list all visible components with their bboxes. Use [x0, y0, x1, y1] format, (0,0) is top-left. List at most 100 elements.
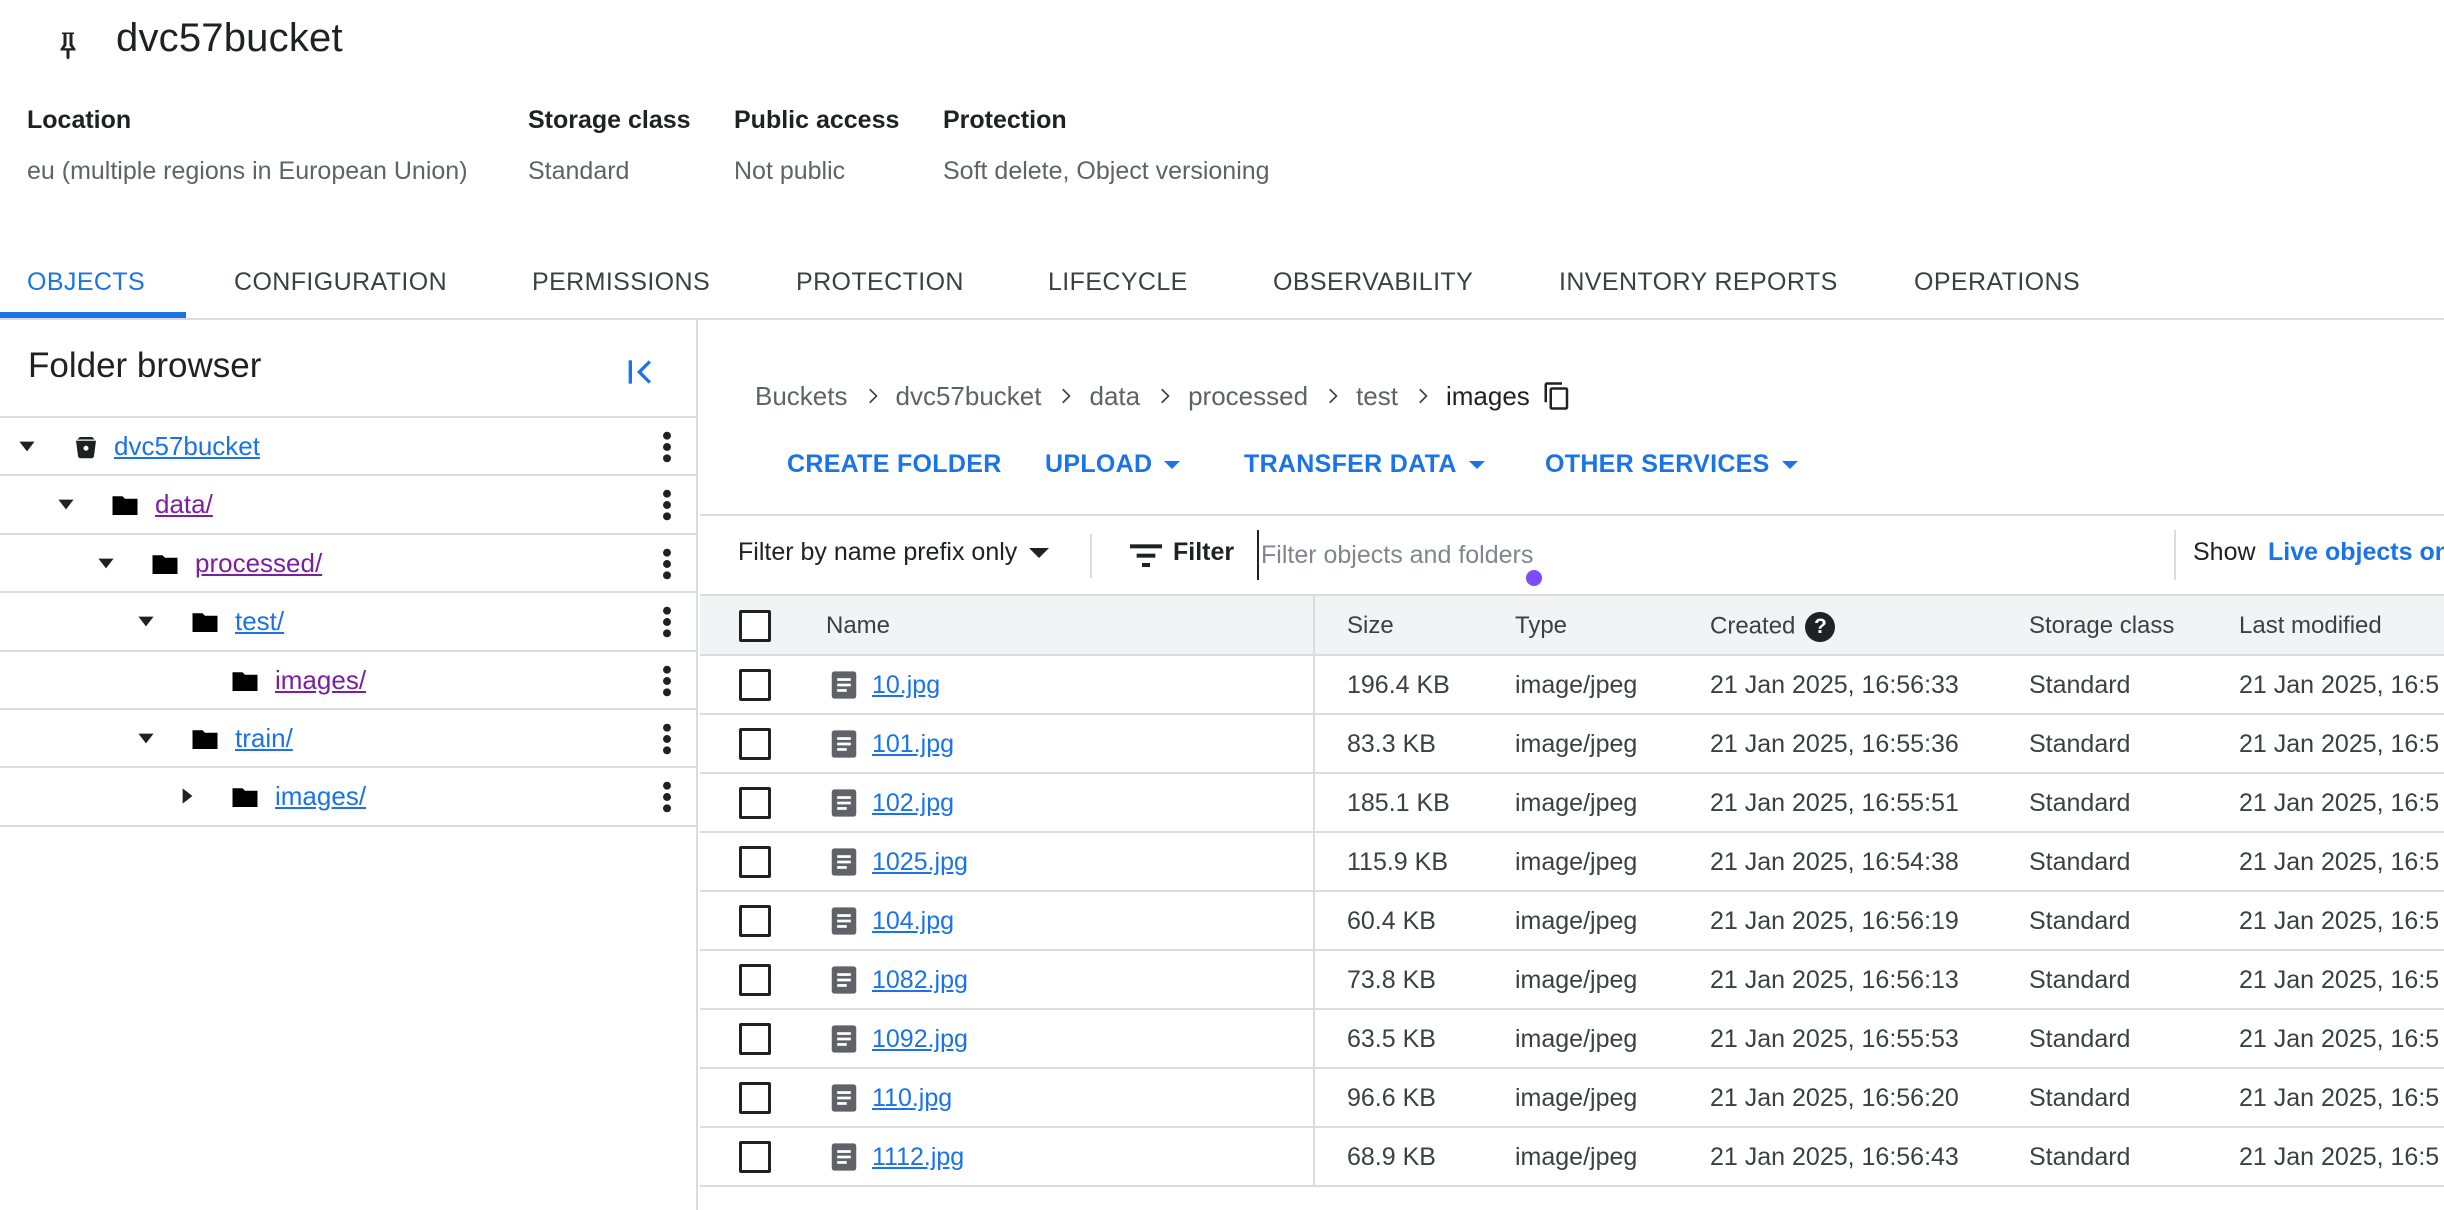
column-header-created[interactable]: Created? [1710, 612, 1836, 642]
row-checkbox[interactable] [739, 1141, 771, 1173]
storage-class-cell: Standard [2029, 1025, 2131, 1053]
tab-lifecycle[interactable]: LIFECYCLE [1048, 268, 1188, 297]
more-vert-icon[interactable] [660, 547, 674, 581]
tree-item-processed[interactable]: processed/ [0, 535, 696, 594]
file-name-link[interactable]: 1092.jpg [872, 1025, 968, 1054]
tree-item-label[interactable]: data/ [155, 489, 213, 520]
created-cell: 21 Jan 2025, 16:56:43 [1710, 1143, 1959, 1171]
select-all-checkbox[interactable] [739, 610, 771, 642]
type-cell: image/jpeg [1515, 730, 1638, 758]
table-row[interactable]: 110.jpg 96.6 KB image/jpeg 21 Jan 2025, … [700, 1069, 2444, 1128]
row-checkbox[interactable] [739, 787, 771, 819]
column-header-last-modified[interactable]: Last modified [2239, 612, 2382, 640]
table-row[interactable]: 1082.jpg 73.8 KB image/jpeg 21 Jan 2025,… [700, 951, 2444, 1010]
table-row[interactable]: 102.jpg 185.1 KB image/jpeg 21 Jan 2025,… [700, 774, 2444, 833]
breadcrumb-bucket[interactable]: dvc57bucket [896, 381, 1042, 412]
expand-arrow-icon[interactable] [133, 608, 159, 634]
tree-item-label[interactable]: processed/ [195, 548, 322, 579]
file-name-link[interactable]: 10.jpg [872, 671, 940, 700]
file-name-link[interactable]: 1025.jpg [872, 848, 968, 877]
tree-item-label[interactable]: test/ [235, 606, 284, 637]
row-checkbox[interactable] [739, 846, 771, 878]
tree-item-data[interactable]: data/ [0, 476, 696, 535]
filter-bar: Filter by name prefix only Filter Show L… [700, 514, 2444, 596]
column-header-size[interactable]: Size [1347, 612, 1394, 640]
meta-value: eu (multiple regions in European Union) [27, 157, 468, 185]
filter-mode-select[interactable]: Filter by name prefix only [738, 538, 1050, 567]
file-name-link[interactable]: 102.jpg [872, 789, 954, 818]
expand-arrow-icon[interactable] [14, 433, 40, 459]
more-vert-icon[interactable] [660, 664, 674, 698]
help-icon[interactable]: ? [1805, 612, 1836, 642]
tree-item-label[interactable]: train/ [235, 723, 293, 754]
chevron-right-icon [1329, 388, 1338, 404]
row-checkbox[interactable] [739, 1082, 771, 1114]
tab-observability[interactable]: OBSERVABILITY [1273, 268, 1473, 297]
collapse-panel-icon[interactable] [622, 352, 662, 392]
tree-item-dvc57bucket[interactable]: dvc57bucket [0, 418, 696, 477]
breadcrumb-data[interactable]: data [1089, 381, 1140, 412]
objects-panel: Buckets dvc57bucket data processed test … [700, 320, 2444, 1210]
show-live-objects-select[interactable]: Live objects on [2268, 538, 2444, 567]
tab-inventory-reports[interactable]: INVENTORY REPORTS [1559, 268, 1838, 297]
created-cell: 21 Jan 2025, 16:56:33 [1710, 671, 1959, 699]
breadcrumb-buckets[interactable]: Buckets [755, 381, 848, 412]
tab-configuration[interactable]: CONFIGURATION [234, 268, 447, 297]
tab-operations[interactable]: OPERATIONS [1914, 268, 2080, 297]
transfer-data-button[interactable]: TRANSFER DATA [1244, 450, 1485, 479]
more-vert-icon[interactable] [660, 722, 674, 756]
more-vert-icon[interactable] [660, 605, 674, 639]
other-services-button[interactable]: OTHER SERVICES [1545, 450, 1798, 479]
copy-path-icon[interactable] [1542, 380, 1572, 412]
table-row[interactable]: 1092.jpg 63.5 KB image/jpeg 21 Jan 2025,… [700, 1010, 2444, 1069]
column-divider [1313, 656, 1315, 713]
filter-input[interactable] [1257, 530, 1857, 580]
expand-arrow-icon[interactable] [133, 725, 159, 751]
create-folder-button[interactable]: CREATE FOLDER [787, 450, 1002, 479]
file-name-link[interactable]: 110.jpg [872, 1084, 952, 1113]
tab-protection[interactable]: PROTECTION [796, 268, 964, 297]
expand-arrow-icon[interactable] [93, 550, 119, 576]
column-header-storage-class[interactable]: Storage class [2029, 612, 2174, 640]
table-row[interactable]: 10.jpg 196.4 KB image/jpeg 21 Jan 2025, … [700, 656, 2444, 715]
tab-permissions[interactable]: PERMISSIONS [532, 268, 710, 297]
column-header-type[interactable]: Type [1515, 612, 1567, 640]
pin-icon[interactable] [50, 28, 86, 64]
file-name-link[interactable]: 1082.jpg [872, 966, 968, 995]
storage-class-cell: Standard [2029, 1143, 2131, 1171]
table-row[interactable]: 104.jpg 60.4 KB image/jpeg 21 Jan 2025, … [700, 892, 2444, 951]
file-name-link[interactable]: 101.jpg [872, 730, 954, 759]
tree-item-test-images[interactable]: images/ [0, 652, 696, 710]
file-icon [831, 1084, 857, 1112]
file-name-link[interactable]: 1112.jpg [872, 1143, 964, 1172]
tree-item-train[interactable]: train/ [0, 710, 696, 769]
column-header-name[interactable]: Name [826, 612, 890, 640]
table-row[interactable]: 1112.jpg 68.9 KB image/jpeg 21 Jan 2025,… [700, 1128, 2444, 1187]
row-checkbox[interactable] [739, 905, 771, 937]
row-checkbox[interactable] [739, 1023, 771, 1055]
row-checkbox[interactable] [739, 669, 771, 701]
table-row[interactable]: 101.jpg 83.3 KB image/jpeg 21 Jan 2025, … [700, 715, 2444, 774]
breadcrumb-processed[interactable]: processed [1188, 381, 1308, 412]
folder-browser-title: Folder browser [28, 346, 262, 385]
folder-icon [232, 671, 258, 691]
tree-item-label[interactable]: images/ [275, 665, 366, 696]
row-checkbox[interactable] [739, 964, 771, 996]
tree-item-test[interactable]: test/ [0, 593, 696, 652]
file-name-link[interactable]: 104.jpg [872, 907, 954, 936]
breadcrumb-current: images [1445, 380, 1530, 411]
column-resize-handle[interactable] [1313, 596, 1315, 654]
more-vert-icon[interactable] [660, 430, 674, 464]
expand-arrow-icon[interactable] [53, 491, 79, 517]
breadcrumb-test[interactable]: test [1356, 381, 1398, 412]
tree-item-label[interactable]: dvc57bucket [114, 431, 260, 462]
collapsed-arrow-icon[interactable] [174, 783, 200, 809]
upload-button[interactable]: UPLOAD [1045, 450, 1181, 479]
more-vert-icon[interactable] [660, 488, 674, 522]
more-vert-icon[interactable] [660, 780, 674, 814]
tree-item-train-images[interactable]: images/ [0, 768, 696, 827]
table-row[interactable]: 1025.jpg 115.9 KB image/jpeg 21 Jan 2025… [700, 833, 2444, 892]
tab-objects[interactable]: OBJECTS [27, 268, 145, 297]
tree-item-label[interactable]: images/ [275, 781, 366, 812]
row-checkbox[interactable] [739, 728, 771, 760]
